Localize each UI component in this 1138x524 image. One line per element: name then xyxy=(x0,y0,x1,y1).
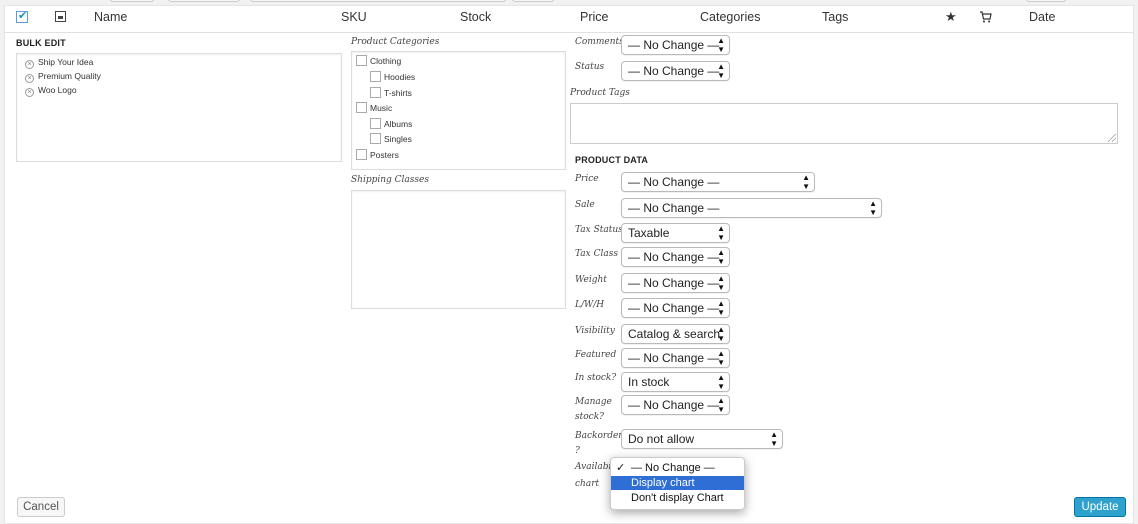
select-arrows-icon: ▲ ▼ xyxy=(717,36,725,54)
category-tshirts[interactable]: T-shirts xyxy=(370,87,412,98)
in-stock-select[interactable]: In stock ▲ ▼ xyxy=(621,372,730,392)
bulk-edit-items-box: × Ship Your Idea × Premium Quality × Woo Lo… xyxy=(16,53,342,162)
bulk-edit-title: BULK EDIT xyxy=(16,38,66,48)
image-column-icon xyxy=(55,11,66,22)
bulk-item: × Premium Quality xyxy=(25,71,101,83)
column-header-tags: Tags xyxy=(822,10,849,24)
shipping-classes-label: Shipping Classes xyxy=(351,175,429,185)
featured-star-icon[interactable]: ★ xyxy=(945,9,957,25)
toolbar-button[interactable] xyxy=(512,0,554,2)
featured-select[interactable]: — No Change — ▲ ▼ xyxy=(621,348,730,368)
tax-status-label: Tax Status xyxy=(575,225,623,235)
status-select[interactable]: — No Change — ▲ ▼ xyxy=(621,61,730,81)
bulk-item: × Ship Your Idea xyxy=(25,57,93,69)
category-checkbox[interactable] xyxy=(370,71,381,82)
column-header-name[interactable]: Name xyxy=(94,10,127,24)
shipping-classes-box[interactable] xyxy=(351,190,566,309)
sale-select[interactable]: — No Change — ▲ ▼ xyxy=(621,198,882,218)
category-music[interactable]: Music xyxy=(356,102,392,113)
category-checkbox[interactable] xyxy=(370,118,381,129)
in-stock-label: In stock? xyxy=(575,373,617,383)
select-all-checkbox[interactable] xyxy=(16,9,28,23)
column-header-date[interactable]: Date xyxy=(1029,10,1055,24)
remove-icon[interactable]: × xyxy=(25,60,34,69)
column-header-price[interactable]: Price xyxy=(580,10,608,24)
lwh-label: L/W/H xyxy=(575,300,605,310)
column-header-sku[interactable]: SKU xyxy=(341,10,367,24)
visibility-select[interactable]: Catalog & search ▲ ▼ xyxy=(621,324,730,344)
featured-label: Featured xyxy=(575,350,617,360)
price-select[interactable]: — No Change — ▲ ▼ xyxy=(621,172,815,192)
backorders-label-2: ? xyxy=(575,446,580,456)
tax-class-label: Tax Class xyxy=(575,249,618,259)
category-posters[interactable]: Posters xyxy=(356,149,399,160)
select-arrows-icon: ▲ ▼ xyxy=(770,430,778,448)
price-label: Price xyxy=(575,174,599,184)
weight-label: Weight xyxy=(575,275,607,285)
select-arrows-icon: ▲ ▼ xyxy=(717,299,725,317)
header-divider xyxy=(4,32,1134,33)
select-arrows-icon: ▲ ▼ xyxy=(717,248,725,266)
select-arrows-icon: ▲ ▼ xyxy=(717,349,725,367)
lwh-select[interactable]: — No Change — ▲ ▼ xyxy=(621,298,730,318)
category-albums[interactable]: Albums xyxy=(370,118,412,129)
availability-chart-label-2: chart xyxy=(575,479,600,489)
product-data-title: PRODUCT DATA xyxy=(575,155,649,165)
manage-stock-label-2: stock? xyxy=(575,412,604,422)
comments-select[interactable]: — No Change — ▲ ▼ xyxy=(621,35,730,55)
select-arrows-icon: ▲ ▼ xyxy=(802,173,810,191)
cart-icon xyxy=(980,11,992,23)
update-button[interactable]: Update xyxy=(1074,497,1126,517)
category-checkbox[interactable] xyxy=(356,102,367,113)
product-categories-label: Product Categories xyxy=(351,37,440,47)
toolbar-button[interactable] xyxy=(1026,0,1066,2)
tax-status-select[interactable]: Taxable ▲ ▼ xyxy=(621,223,730,243)
checkmark-icon: ✓ xyxy=(616,462,626,474)
product-tags-label: Product Tags xyxy=(570,88,630,98)
select-arrows-icon: ▲ ▼ xyxy=(869,199,877,217)
category-checkbox[interactable] xyxy=(356,55,367,66)
column-header-categories: Categories xyxy=(700,10,761,24)
category-hoodies[interactable]: Hoodies xyxy=(370,71,415,82)
option-no-change[interactable]: ✓ — No Change — xyxy=(611,461,744,475)
toolbar-field[interactable] xyxy=(168,0,240,2)
tax-class-select[interactable]: — No Change — ▲ ▼ xyxy=(621,247,730,267)
option-dont-display-chart[interactable]: Don't display Chart xyxy=(611,491,744,505)
category-checkbox[interactable] xyxy=(370,87,381,98)
status-label: Status xyxy=(575,62,605,72)
visibility-label: Visibility xyxy=(575,326,615,336)
weight-select[interactable]: — No Change — ▲ ▼ xyxy=(621,273,730,293)
availability-chart-dropdown[interactable]: ✓ — No Change — Display chart Don't displ… xyxy=(610,457,745,510)
select-arrows-icon: ▲ ▼ xyxy=(717,373,725,391)
backorders-label: Backorders xyxy=(575,431,628,441)
select-arrows-icon: ▲ ▼ xyxy=(717,396,725,414)
select-arrows-icon: ▲ ▼ xyxy=(717,224,725,242)
select-arrows-icon: ▲ ▼ xyxy=(717,62,725,80)
toolbar-field[interactable] xyxy=(250,0,506,2)
resize-grip-icon[interactable] xyxy=(1108,134,1116,142)
toolbar-button[interactable] xyxy=(110,0,154,2)
remove-icon[interactable]: × xyxy=(25,88,34,97)
category-checkbox[interactable] xyxy=(370,133,381,144)
category-checkbox[interactable] xyxy=(356,149,367,160)
comments-label: Comments xyxy=(575,37,624,47)
sale-label: Sale xyxy=(575,200,595,210)
remove-icon[interactable]: × xyxy=(25,74,34,83)
product-categories-box: Clothing Hoodies T-shirts Music Albums S… xyxy=(351,51,566,170)
bulk-item: × Woo Logo xyxy=(25,85,77,97)
column-header-stock: Stock xyxy=(460,10,492,24)
cancel-button[interactable]: Cancel xyxy=(17,497,65,517)
manage-stock-label: Manage xyxy=(575,397,612,407)
manage-stock-select[interactable]: — No Change — ▲ ▼ xyxy=(621,395,730,415)
select-arrows-icon: ▲ ▼ xyxy=(717,274,725,292)
category-singles[interactable]: Singles xyxy=(370,133,412,144)
product-tags-textarea[interactable] xyxy=(570,103,1118,144)
select-arrows-icon: ▲ ▼ xyxy=(717,325,725,343)
backorders-select[interactable]: Do not allow ▲ ▼ xyxy=(621,429,783,449)
category-clothing[interactable]: Clothing xyxy=(356,55,401,66)
option-display-chart[interactable]: Display chart xyxy=(611,476,744,490)
